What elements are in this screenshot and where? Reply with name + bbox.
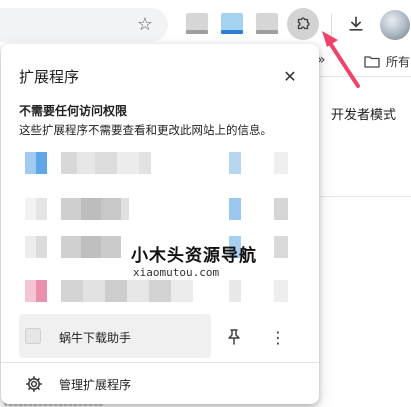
manage-extensions-button[interactable]: 管理扩展程序 (1, 366, 319, 402)
list-item[interactable] (19, 278, 309, 304)
extension-row-snail-downloader[interactable]: 蜗牛下载助手 (19, 314, 211, 358)
watermark-url: xiaomutou.com (133, 266, 220, 279)
gear-icon (23, 373, 45, 395)
close-icon[interactable]: ✕ (278, 64, 302, 88)
pinned-extension-icon[interactable] (256, 13, 278, 34)
list-item[interactable] (19, 196, 309, 222)
extension-icon (25, 236, 47, 258)
extension-icon (25, 280, 47, 302)
bookmark-folder-label: 所有 (386, 55, 411, 69)
list-item[interactable] (19, 150, 309, 176)
puzzle-icon (297, 17, 310, 30)
annotation-arrow-icon (322, 31, 360, 88)
extension-icon (25, 198, 47, 220)
pin-icon[interactable] (223, 326, 245, 348)
popup-title: 扩展程序 (19, 68, 80, 86)
more-options-icon[interactable]: ⋮ (267, 326, 289, 348)
avatar[interactable] (380, 10, 410, 40)
extensions-button[interactable] (287, 8, 319, 40)
pinned-extension-icon[interactable] (186, 13, 208, 34)
page-divider (320, 196, 411, 197)
manage-extensions-label: 管理扩展程序 (59, 378, 132, 392)
extension-icon (25, 328, 41, 344)
extension-name: 蜗牛下载助手 (59, 331, 132, 345)
star-icon[interactable]: ☆ (134, 14, 156, 36)
folder-icon (364, 56, 380, 68)
extension-icon (25, 152, 47, 174)
bookmark-folder-all[interactable]: 所有 (364, 53, 410, 70)
developer-mode-label: 开发者模式 (331, 108, 397, 123)
watermark-title: 小木头资源导航 (131, 246, 257, 266)
section-description: 这些扩展程序不需要查看和更改此网站上的信息。 (19, 123, 272, 137)
popup-divider (1, 362, 319, 363)
pinned-extension-icon[interactable] (221, 13, 243, 34)
section-heading: 不需要任何访问权限 (19, 104, 128, 118)
extensions-popup: 扩展程序 ✕ 不需要任何访问权限 这些扩展程序不需要查看和更改此网站上的信息。 (1, 44, 319, 404)
